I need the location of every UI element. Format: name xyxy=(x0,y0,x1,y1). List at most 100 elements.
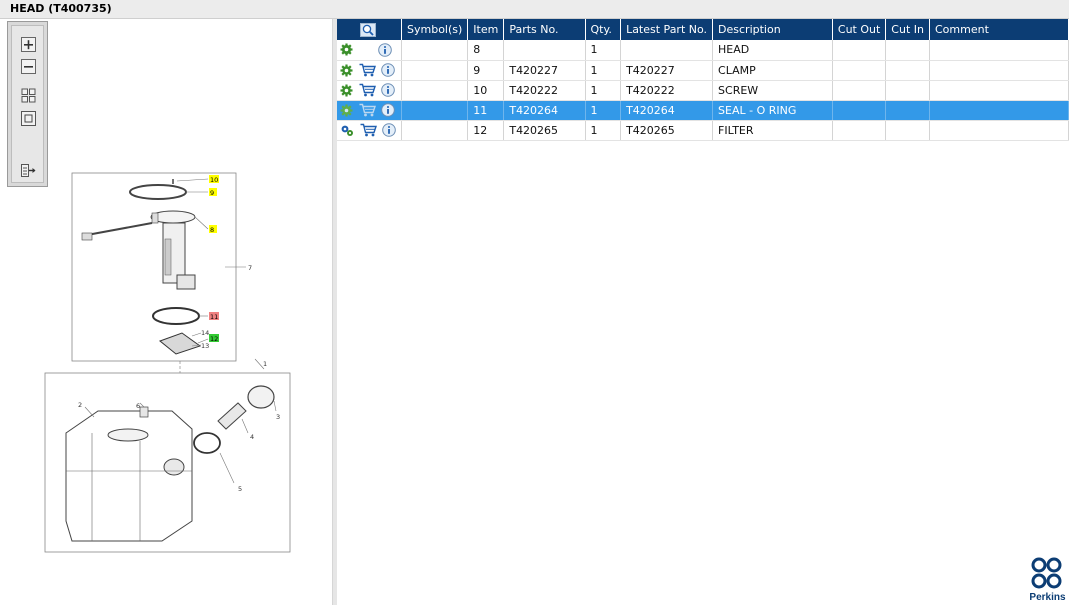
gear-icon[interactable] xyxy=(340,104,353,117)
cell-latest-part-no: T420264 xyxy=(620,100,714,121)
info-icon[interactable] xyxy=(381,83,395,97)
gears-icon[interactable] xyxy=(340,124,354,137)
callout-7: 7 xyxy=(248,264,252,272)
callout-6: 6 xyxy=(136,402,140,410)
callout-1: 1 xyxy=(263,360,267,368)
cell-latest-part-no: T420265 xyxy=(620,120,714,141)
title-bar: HEAD (T400735) xyxy=(0,0,1069,19)
parts-list-pane: Symbol(s) Item Parts No. Qty. Latest Par… xyxy=(337,19,1069,605)
export-icon xyxy=(21,164,36,177)
perkins-logo: Perkins xyxy=(1026,556,1069,605)
cell-symbols xyxy=(401,40,469,61)
cell-item: 9 xyxy=(467,60,505,81)
header-cut-out[interactable]: Cut Out xyxy=(832,19,887,40)
cell-comment xyxy=(929,80,1069,101)
info-icon[interactable] xyxy=(382,123,396,137)
table-row[interactable]: 9 T420227 1 T420227 CLAMP xyxy=(337,60,1069,81)
header-comment[interactable]: Comment xyxy=(929,19,1069,40)
cart-icon[interactable] xyxy=(359,103,376,117)
diagram-toolbox xyxy=(7,21,48,187)
cell-comment xyxy=(929,40,1069,61)
cell-cut-out xyxy=(832,120,887,141)
cell-description: FILTER xyxy=(712,120,833,141)
cell-qty: 1 xyxy=(585,60,622,81)
cell-symbols xyxy=(401,60,469,81)
cell-cut-in xyxy=(885,60,930,81)
cell-comment xyxy=(929,100,1069,121)
parts-table: Symbol(s) Item Parts No. Qty. Latest Par… xyxy=(337,19,1069,141)
cell-cut-in xyxy=(885,40,930,61)
window-title: HEAD (T400735) xyxy=(10,2,112,15)
info-icon[interactable] xyxy=(381,63,395,77)
row-icons xyxy=(337,40,402,61)
info-icon[interactable] xyxy=(381,103,395,117)
cap-part[interactable] xyxy=(247,385,275,409)
fit-all-button[interactable] xyxy=(20,87,37,104)
table-row[interactable]: 8 1 HEAD xyxy=(337,40,1069,61)
cell-parts-no: T420222 xyxy=(503,80,586,101)
cell-item: 10 xyxy=(467,80,505,101)
tank-part[interactable] xyxy=(65,410,193,542)
callout-2: 2 xyxy=(78,401,82,409)
callout-13: 13 xyxy=(201,342,209,350)
header-description[interactable]: Description xyxy=(712,19,833,40)
cell-cut-out xyxy=(832,100,887,121)
cell-parts-no: T420227 xyxy=(503,60,586,81)
zoom-in-icon xyxy=(21,37,36,52)
cell-item: 11 xyxy=(467,100,505,121)
fit-window-button[interactable] xyxy=(20,110,37,127)
row-icons xyxy=(337,120,402,141)
gear-icon[interactable] xyxy=(340,43,353,56)
gear-icon[interactable] xyxy=(340,64,353,77)
header-cut-in[interactable]: Cut In xyxy=(885,19,930,40)
cell-symbols xyxy=(401,100,469,121)
exploded-parts-diagram[interactable]: 10 9 8 7 11 14 13 12 1 2 3 4 5 6 xyxy=(42,171,294,555)
cell-description: CLAMP xyxy=(712,60,833,81)
cart-icon[interactable] xyxy=(360,123,377,137)
export-button[interactable] xyxy=(20,162,37,179)
table-header-row: Symbol(s) Item Parts No. Qty. Latest Par… xyxy=(337,19,1069,40)
header-item[interactable]: Item xyxy=(467,19,505,40)
cell-cut-out xyxy=(832,60,887,81)
cell-parts-no: T420264 xyxy=(503,100,586,121)
callout-9: 9 xyxy=(210,189,214,197)
cell-parts-no: T420265 xyxy=(503,120,586,141)
cell-symbols xyxy=(401,80,469,101)
toolbox-panel xyxy=(11,25,44,183)
perkins-logo-text: Perkins xyxy=(1029,592,1066,603)
cell-item: 8 xyxy=(467,40,505,61)
cart-icon[interactable] xyxy=(359,83,376,97)
cell-cut-out xyxy=(832,40,887,61)
fitting-part[interactable] xyxy=(139,406,149,418)
gear-icon[interactable] xyxy=(340,84,353,97)
cell-cut-in xyxy=(885,120,930,141)
callout-5: 5 xyxy=(238,485,242,493)
diagram-pane[interactable]: 10 9 8 7 11 14 13 12 1 2 3 4 5 6 xyxy=(5,19,333,605)
app-window: HEAD (T400735) 10 9 8 7 11 14 13 12 1 2 … xyxy=(0,0,1069,605)
cell-qty: 1 xyxy=(585,100,622,121)
zoom-out-icon xyxy=(21,59,36,74)
cart-icon[interactable] xyxy=(359,63,376,77)
header-latest-part-no[interactable]: Latest Part No. xyxy=(620,19,714,40)
table-row[interactable]: 10 T420222 1 T420222 SCREW xyxy=(337,80,1069,101)
table-row-selected[interactable]: 11 T420264 1 T420264 SEAL - O RING xyxy=(337,100,1069,121)
row-icons xyxy=(337,60,402,81)
search-column-header[interactable] xyxy=(337,19,402,40)
header-symbols[interactable]: Symbol(s) xyxy=(401,19,469,40)
perkins-logo-icon xyxy=(1031,557,1062,589)
callout-14: 14 xyxy=(201,329,209,337)
row-icons xyxy=(337,100,402,121)
cell-description: HEAD xyxy=(712,40,833,61)
header-parts-no[interactable]: Parts No. xyxy=(503,19,586,40)
callout-11: 11 xyxy=(210,313,218,321)
zoom-out-button[interactable] xyxy=(20,58,37,75)
callout-10: 10 xyxy=(210,176,218,184)
info-icon[interactable] xyxy=(377,42,392,57)
cell-qty: 1 xyxy=(585,40,622,61)
magnifier-icon[interactable] xyxy=(360,22,376,37)
header-qty[interactable]: Qty. xyxy=(585,19,622,40)
callout-3: 3 xyxy=(276,413,280,421)
cell-comment xyxy=(929,120,1069,141)
zoom-in-button[interactable] xyxy=(20,36,37,53)
table-row[interactable]: 12 T420265 1 T420265 FILTER xyxy=(337,120,1069,141)
